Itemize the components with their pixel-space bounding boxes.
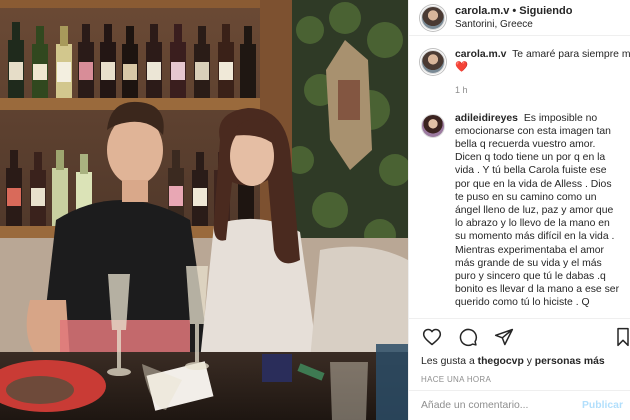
heart-emoji: ❤️ xyxy=(455,62,468,74)
post-timestamp: HACE UNA HORA xyxy=(421,375,492,384)
separator-dot: • xyxy=(512,4,517,17)
post-side-panel: carola.m.v • Siguiendo Santorini, Greece c… xyxy=(408,0,630,420)
add-comment-bar: Publicar xyxy=(409,390,630,420)
header-text: carola.m.v • Siguiendo Santorini, Greece xyxy=(455,4,572,32)
caption-comment: carola.m.v Te amaré para siempre mi Puch… xyxy=(409,48,630,98)
candle-box xyxy=(262,354,292,382)
comments-list[interactable]: carola.m.v Te amaré para siempre mi Puch… xyxy=(409,48,630,318)
likes-prefix: Les gusta a xyxy=(421,356,475,367)
publish-button[interactable]: Publicar xyxy=(582,400,623,411)
commenter-username[interactable]: adileidireyes xyxy=(455,113,518,124)
action-icons xyxy=(409,319,630,355)
commenter-avatar[interactable] xyxy=(421,113,445,138)
author-username[interactable]: carola.m.v xyxy=(455,5,509,17)
likes-others[interactable]: personas más xyxy=(535,356,605,367)
couple-photo-illustration xyxy=(0,0,408,420)
author-avatar[interactable] xyxy=(421,5,445,30)
comment-body: adileidireyes Es imposible no emocionars… xyxy=(455,112,623,310)
post-header: carola.m.v • Siguiendo Santorini, Greece xyxy=(409,0,630,36)
list-item: adileidireyes Es imposible no emocionars… xyxy=(409,112,630,310)
caption-time: 1 h xyxy=(455,85,468,96)
caption-text: Te amaré para siempre mi Puchum xyxy=(512,49,630,60)
comment-input[interactable] xyxy=(421,400,582,411)
caption-body: carola.m.v Te amaré para siempre mi Puch… xyxy=(455,48,630,98)
likes-and: y xyxy=(526,356,532,367)
caption-avatar[interactable] xyxy=(421,50,445,74)
likes-summary[interactable]: Les gusta a thegocvp y personas más xyxy=(409,355,630,369)
share-icon[interactable] xyxy=(493,326,515,348)
bookmark-icon[interactable] xyxy=(615,326,630,348)
comment-text: Es imposible no emocionarse con esta ima… xyxy=(455,112,620,309)
following-button[interactable]: Siguiendo xyxy=(519,5,572,17)
heart-icon[interactable] xyxy=(421,326,443,348)
location-link[interactable]: Santorini, Greece xyxy=(455,18,572,32)
likes-user[interactable]: thegocvp xyxy=(478,356,524,367)
caption-username[interactable]: carola.m.v xyxy=(455,49,506,60)
comment-icon[interactable] xyxy=(457,326,479,348)
post-photo[interactable] xyxy=(0,0,408,420)
